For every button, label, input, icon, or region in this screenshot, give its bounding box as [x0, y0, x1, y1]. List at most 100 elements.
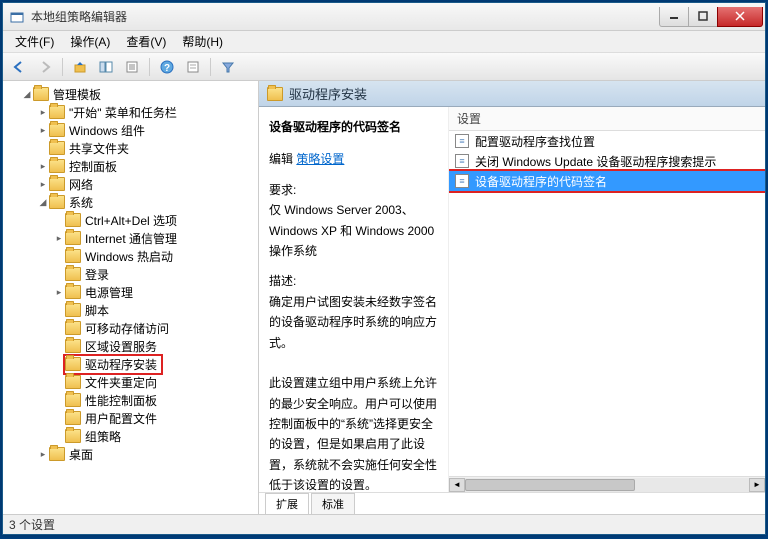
tree-item[interactable]: 性能控制面板	[5, 391, 256, 409]
tree-item[interactable]: 登录	[5, 265, 256, 283]
setting-item[interactable]: ≡关闭 Windows Update 设备驱动程序搜索提示	[449, 151, 765, 171]
expander-icon[interactable]: ▸	[37, 125, 49, 136]
tree-item-label: 管理模板	[53, 86, 101, 103]
expander-icon[interactable]: ▸	[53, 287, 65, 298]
help-button[interactable]: ?	[155, 56, 179, 78]
scrollbar-thumb[interactable]	[465, 479, 635, 491]
tree-item-label: 桌面	[69, 446, 93, 463]
expander-icon[interactable]: ◢	[37, 197, 49, 208]
folder-icon	[49, 159, 65, 173]
expander-icon[interactable]: ▸	[37, 107, 49, 118]
folder-icon	[267, 87, 283, 101]
folder-icon	[49, 141, 65, 155]
tree-item[interactable]: 区域设置服务	[5, 337, 256, 355]
tree-item[interactable]: 脚本	[5, 301, 256, 319]
folder-icon	[65, 267, 81, 281]
tree-item-label: 脚本	[85, 302, 109, 319]
requirements-label: 要求:	[269, 180, 438, 200]
minimize-button[interactable]	[659, 7, 689, 27]
policy-icon: ≡	[455, 174, 469, 188]
back-button[interactable]	[7, 56, 31, 78]
tree-pane[interactable]: ◢管理模板▸"开始" 菜单和任务栏▸Windows 组件共享文件夹▸控制面板▸网…	[3, 81, 259, 514]
folder-icon	[65, 339, 81, 353]
folder-icon	[65, 213, 81, 227]
tree-item-label: 可移动存储访问	[85, 320, 169, 337]
tree-item[interactable]: ▸电源管理	[5, 283, 256, 301]
tree-item[interactable]: ▸控制面板	[5, 157, 256, 175]
settings-column-header[interactable]: 设置	[449, 107, 765, 131]
expander-icon[interactable]: ▸	[37, 161, 49, 172]
export-button[interactable]	[181, 56, 205, 78]
tree-item-label: 共享文件夹	[69, 140, 129, 157]
folder-icon	[65, 231, 81, 245]
setting-item[interactable]: ≡ 设备驱动程序的代码签名	[449, 171, 765, 191]
tree-item[interactable]: Ctrl+Alt+Del 选项	[5, 211, 256, 229]
tree-item[interactable]: ◢ 管理模板	[5, 85, 256, 103]
tree-item-label: 文件夹重定向	[85, 374, 157, 391]
status-text: 3 个设置	[9, 516, 55, 533]
svg-text:?: ?	[164, 63, 170, 74]
close-button[interactable]	[717, 7, 763, 27]
tab-standard[interactable]: 标准	[311, 493, 355, 514]
window-controls	[660, 7, 763, 27]
properties-button[interactable]	[120, 56, 144, 78]
tree-item[interactable]: 驱动程序安装	[5, 355, 256, 373]
menu-help[interactable]: 帮助(H)	[174, 31, 231, 52]
menu-action[interactable]: 操作(A)	[62, 31, 118, 52]
tree-item[interactable]: ◢ 系统	[5, 193, 256, 211]
folder-icon	[65, 285, 81, 299]
setting-label: 关闭 Windows Update 设备驱动程序搜索提示	[475, 153, 716, 170]
tree-item-label: Windows 组件	[69, 122, 145, 139]
tab-extended[interactable]: 扩展	[265, 493, 309, 514]
description-panel: 设备驱动程序的代码签名 编辑 策略设置 要求: 仅 Windows Server…	[259, 107, 449, 492]
maximize-button[interactable]	[688, 7, 718, 27]
menu-view[interactable]: 查看(V)	[118, 31, 174, 52]
tree-item-label: 驱动程序安装	[85, 356, 157, 373]
settings-panel: 设置 ≡配置驱动程序查找位置≡关闭 Windows Update 设备驱动程序搜…	[449, 107, 765, 492]
content-area: ◢管理模板▸"开始" 菜单和任务栏▸Windows 组件共享文件夹▸控制面板▸网…	[3, 81, 765, 514]
toolbar-separator	[62, 58, 63, 76]
setting-label: 设备驱动程序的代码签名	[475, 173, 607, 190]
tree-item[interactable]: ▸"开始" 菜单和任务栏	[5, 103, 256, 121]
tree-item[interactable]: 用户配置文件	[5, 409, 256, 427]
menu-file[interactable]: 文件(F)	[7, 31, 62, 52]
filter-button[interactable]	[216, 56, 240, 78]
expander-icon[interactable]: ▸	[53, 233, 65, 244]
description-text2: 此设置建立组中用户系统上允许的最少安全响应。用户可以使用控制面板中的“系统”选择…	[269, 376, 437, 492]
folder-icon	[65, 411, 81, 425]
scroll-right-icon[interactable]: ►	[749, 478, 765, 492]
folder-icon	[65, 393, 81, 407]
tree-item-label: 系统	[69, 194, 93, 211]
horizontal-scrollbar[interactable]: ◄ ►	[449, 476, 765, 492]
tree-item[interactable]: ▸网络	[5, 175, 256, 193]
scroll-left-icon[interactable]: ◄	[449, 478, 465, 492]
tree-item-label: 区域设置服务	[85, 338, 157, 355]
folder-icon	[49, 195, 65, 209]
show-hide-tree-button[interactable]	[94, 56, 118, 78]
tree-item[interactable]: ▸ 桌面	[5, 445, 256, 463]
expander-icon[interactable]: ▸	[37, 449, 49, 460]
forward-button[interactable]	[33, 56, 57, 78]
folder-icon	[65, 357, 81, 371]
edit-policy-link[interactable]: 策略设置	[296, 152, 344, 166]
folder-icon	[49, 177, 65, 191]
expander-icon[interactable]: ▸	[37, 179, 49, 190]
titlebar: 本地组策略编辑器	[3, 3, 765, 31]
tree-item[interactable]: ▸ Windows 组件	[5, 121, 256, 139]
up-button[interactable]	[68, 56, 92, 78]
tree-item[interactable]: 可移动存储访问	[5, 319, 256, 337]
expander-icon[interactable]: ◢	[21, 89, 33, 100]
tree-item[interactable]: Windows 热启动	[5, 247, 256, 265]
tree-item-label: Windows 热启动	[85, 248, 173, 265]
statusbar: 3 个设置	[3, 514, 765, 534]
tree-item[interactable]: ▸Internet 通信管理	[5, 229, 256, 247]
tree-item[interactable]: 共享文件夹	[5, 139, 256, 157]
toolbar-separator	[149, 58, 150, 76]
tree-item[interactable]: 文件夹重定向	[5, 373, 256, 391]
tree-item-label: Ctrl+Alt+Del 选项	[85, 212, 177, 229]
folder-icon	[33, 87, 49, 101]
folder-icon	[65, 429, 81, 443]
setting-item[interactable]: ≡配置驱动程序查找位置	[449, 131, 765, 151]
toolbar-separator	[210, 58, 211, 76]
tree-item[interactable]: 组策略	[5, 427, 256, 445]
